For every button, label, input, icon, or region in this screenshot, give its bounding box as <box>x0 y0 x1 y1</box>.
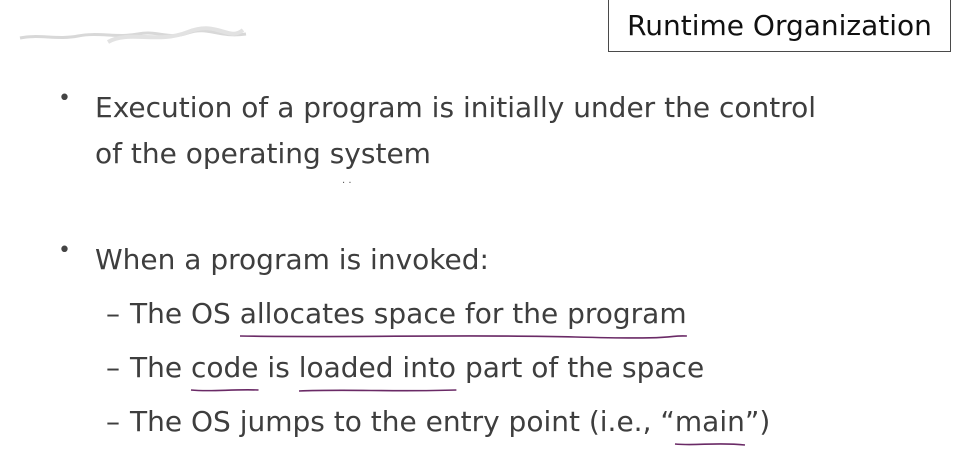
sub-3-underlined-main-text: main <box>674 405 745 438</box>
sub-3-close-quote: ” <box>744 405 760 438</box>
title-box: Runtime Organization <box>608 0 951 52</box>
ink-underline <box>299 387 456 393</box>
handwritten-scribble <box>19 26 247 44</box>
sub-3-open-quote: “ <box>660 405 675 438</box>
sub-1-prefix: The OS <box>130 297 240 330</box>
sub-2-underlined-loaded: loaded into <box>299 345 456 391</box>
ink-dots: · · <box>342 178 352 189</box>
sub-marker: – <box>106 297 120 330</box>
sub-1-underlined: allocates space for the program <box>240 291 687 337</box>
sub-marker: – <box>106 351 120 384</box>
sub-2-underlined-loaded-text: loaded into <box>298 351 457 384</box>
bullet-marker: • <box>58 86 71 111</box>
sub-2-middle: is <box>258 351 299 384</box>
sub-2-underlined-code-text: code <box>190 351 259 384</box>
sub-3-suffix: ) <box>759 405 771 438</box>
ink-underline <box>240 333 687 339</box>
sub-3-prefix: The OS jumps to the entry point (i.e., <box>130 405 661 438</box>
bullet-1-line-1: Execution of a program is initially unde… <box>95 91 816 124</box>
sub-bullet-3: – The OS jumps to the entry point (i.e., … <box>106 399 770 445</box>
slide-title: Runtime Organization <box>627 9 932 42</box>
bullet-marker: • <box>58 238 71 263</box>
sub-3-underlined-main: main <box>675 399 745 445</box>
sub-2-prefix: The <box>130 351 191 384</box>
sub-bullet-2: – The code is loaded into part of the spa… <box>106 345 704 391</box>
sub-1-underlined-text: allocates space for the program <box>239 297 687 330</box>
bullet-1-line-2: of the operating system <box>95 137 431 170</box>
sub-marker: – <box>106 405 120 438</box>
slide: Runtime Organization • Execution of a pr… <box>0 0 960 459</box>
ink-underline <box>191 387 259 393</box>
sub-bullet-1: – The OS allocates space for the program <box>106 291 687 337</box>
sub-2-suffix: part of the space <box>456 351 705 384</box>
sub-2-underlined-code: code <box>191 345 259 391</box>
ink-underline <box>675 441 745 447</box>
bullet-2-line-1: When a program is invoked: <box>95 243 489 276</box>
